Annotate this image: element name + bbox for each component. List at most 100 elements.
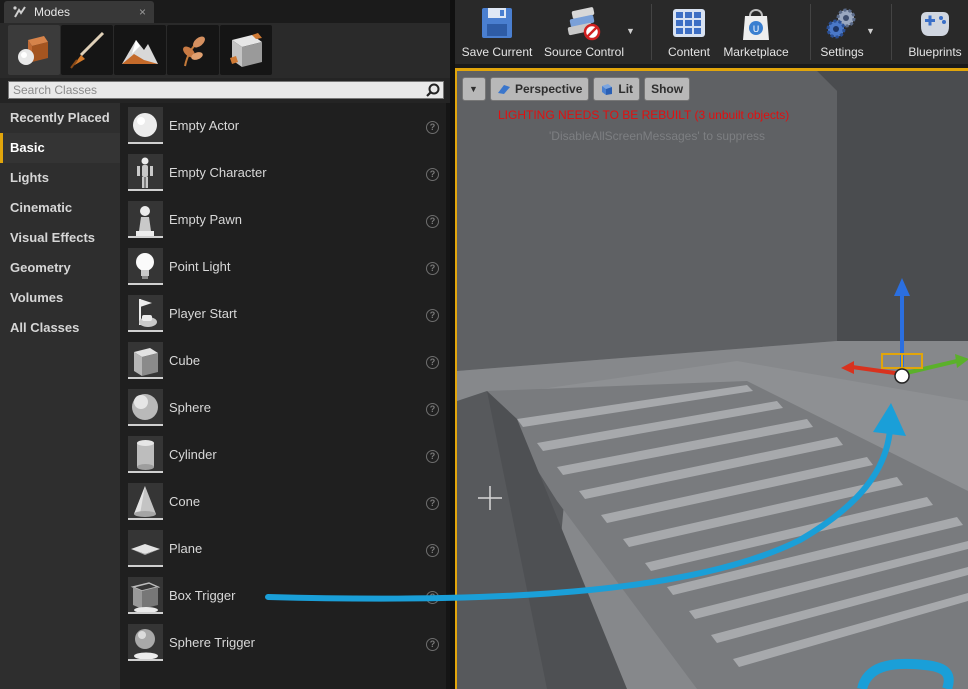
lit-mode-icon: [602, 84, 613, 95]
placeable-item-box-trigger[interactable]: Box Trigger?: [120, 573, 446, 620]
item-thumbnail: [128, 624, 163, 661]
source-control-button[interactable]: Source Control: [541, 4, 627, 62]
modes-tab-title: Modes: [34, 5, 71, 19]
box-trigger-icon: [130, 582, 161, 612]
plane-icon: [131, 544, 160, 555]
place-mode-button[interactable]: [8, 25, 60, 75]
category-basic[interactable]: Basic: [0, 133, 120, 163]
item-label: Plane: [169, 541, 203, 556]
item-label: Player Start: [169, 306, 237, 321]
show-label: Show: [651, 82, 684, 96]
placeable-item-player-start[interactable]: Player Start?: [120, 291, 446, 338]
point-light-icon: [136, 253, 154, 279]
content-button[interactable]: Content: [660, 4, 718, 62]
help-icon[interactable]: ?: [426, 168, 439, 181]
geometry-mode-button[interactable]: [220, 25, 272, 75]
item-thumbnail: [128, 436, 163, 473]
placeable-item-empty-character[interactable]: Empty Character?: [120, 150, 446, 197]
landscape-mode-icon: [122, 40, 158, 64]
placeable-item-empty-pawn[interactable]: Empty Pawn?: [120, 197, 446, 244]
level-viewport[interactable]: ▼ Perspective Lit Show LIGHTING NEEDS TO…: [455, 68, 968, 689]
toolbar-separator: [810, 4, 811, 60]
help-icon[interactable]: ?: [426, 262, 439, 275]
save-current-button[interactable]: Save Current: [457, 4, 537, 62]
close-icon[interactable]: ×: [139, 5, 146, 19]
cube-icon: [134, 348, 158, 376]
empty-character-icon: [137, 157, 153, 188]
placeable-item-cylinder[interactable]: Cylinder?: [120, 432, 446, 479]
help-icon[interactable]: ?: [426, 215, 439, 228]
help-icon[interactable]: ?: [426, 450, 439, 463]
lighting-rebuild-warning: LIGHTING NEEDS TO BE REBUILT (3 unbuilt …: [498, 108, 790, 122]
search-classes-input[interactable]: [9, 82, 409, 98]
placeable-item-cube[interactable]: Cube?: [120, 338, 446, 385]
toolbar-separator: [651, 4, 652, 60]
viewport-controls: ▼ Perspective Lit Show: [462, 77, 691, 101]
blueprints-button[interactable]: Blueprints: [901, 4, 968, 62]
help-icon[interactable]: ?: [426, 497, 439, 510]
modes-tab-icon: [13, 6, 26, 18]
help-icon[interactable]: ?: [426, 356, 439, 369]
placeable-item-list: Empty Actor? Empty Character? Empty Pawn? P…: [120, 103, 446, 689]
sphere-icon: [132, 394, 158, 420]
suppress-messages-hint: 'DisableAllScreenMessages' to suppress: [549, 129, 766, 143]
blueprints-label: Blueprints: [908, 45, 962, 59]
settings-dropdown-arrow[interactable]: ▼: [866, 26, 875, 36]
category-lights[interactable]: Lights: [0, 163, 120, 193]
modes-panel: Modes × Search Classes Recently Placed B…: [0, 0, 450, 689]
empty-actor-icon: [133, 113, 157, 137]
item-label: Box Trigger: [169, 588, 236, 603]
modes-tab-bar: Modes ×: [0, 0, 450, 23]
paint-mode-icon: [70, 31, 105, 69]
item-label: Cone: [169, 494, 201, 509]
help-icon[interactable]: ?: [426, 591, 439, 604]
placeable-item-plane[interactable]: Plane?: [120, 526, 446, 573]
settings-button[interactable]: Settings: [815, 4, 869, 62]
placeable-item-sphere[interactable]: Sphere?: [120, 385, 446, 432]
source-control-dropdown-arrow[interactable]: ▼: [626, 26, 635, 36]
source-control-icon: [567, 7, 601, 41]
help-icon[interactable]: ?: [426, 544, 439, 557]
marketplace-button[interactable]: U Marketplace: [720, 4, 792, 62]
perspective-button[interactable]: Perspective: [490, 77, 590, 101]
foliage-mode-button[interactable]: [167, 25, 219, 75]
landscape-mode-button[interactable]: [114, 25, 166, 75]
geometry-mode-icon: [230, 33, 262, 67]
category-recently-placed[interactable]: Recently Placed: [0, 103, 120, 133]
item-thumbnail: [128, 389, 163, 426]
category-list: Recently Placed Basic Lights Cinematic Visua…: [0, 103, 120, 689]
category-volumes[interactable]: Volumes: [0, 283, 120, 313]
help-icon[interactable]: ?: [426, 309, 439, 322]
placeable-item-cone[interactable]: Cone?: [120, 479, 446, 526]
item-label: Cylinder: [169, 447, 217, 462]
save-current-label: Save Current: [461, 45, 533, 59]
help-icon[interactable]: ?: [426, 403, 439, 416]
category-geometry[interactable]: Geometry: [0, 253, 120, 283]
category-all-classes[interactable]: All Classes: [0, 313, 120, 343]
placeable-item-empty-actor[interactable]: Empty Actor?: [120, 103, 446, 150]
placeable-item-point-light[interactable]: Point Light?: [120, 244, 446, 291]
paint-mode-button[interactable]: [61, 25, 113, 75]
place-mode-icon: [18, 36, 48, 65]
item-label: Sphere: [169, 400, 211, 415]
help-icon[interactable]: ?: [426, 638, 439, 651]
modes-tab[interactable]: Modes ×: [4, 1, 154, 23]
search-icon[interactable]: [426, 83, 440, 97]
lit-button[interactable]: Lit: [593, 77, 641, 101]
empty-pawn-icon: [136, 206, 154, 236]
mode-toolbar: [0, 23, 450, 78]
item-label: Empty Actor: [169, 118, 240, 133]
viewport-options-button[interactable]: ▼: [462, 77, 486, 101]
help-icon[interactable]: ?: [426, 121, 439, 134]
item-thumbnail: [128, 530, 163, 567]
show-button[interactable]: Show: [644, 77, 691, 101]
item-thumbnail: [128, 154, 163, 191]
category-cinematic[interactable]: Cinematic: [0, 193, 120, 223]
placeable-item-sphere-trigger[interactable]: Sphere Trigger?: [120, 620, 446, 667]
toolbar-separator: [891, 4, 892, 60]
perspective-icon: [498, 85, 510, 94]
perspective-label: Perspective: [515, 82, 583, 96]
player-start-icon: [139, 299, 157, 327]
category-visual-effects[interactable]: Visual Effects: [0, 223, 120, 253]
foliage-mode-icon: [183, 36, 205, 67]
